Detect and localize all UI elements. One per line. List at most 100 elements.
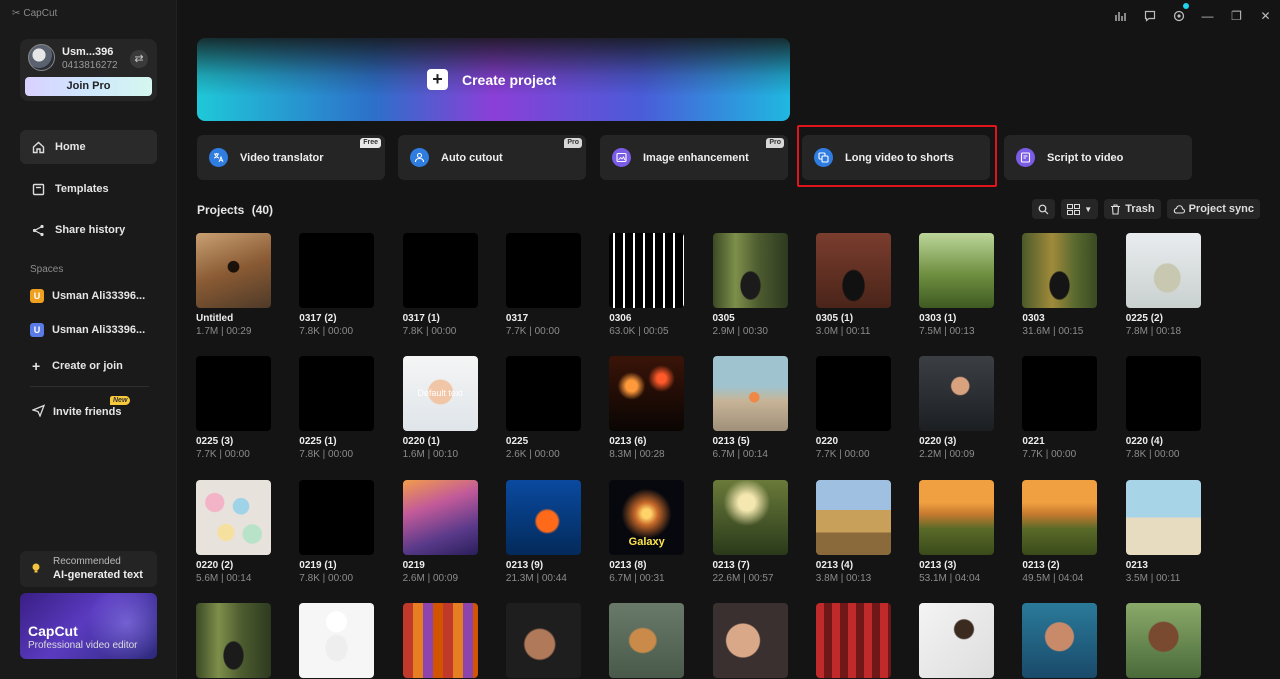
project-thumbnail[interactable] (403, 480, 478, 555)
project-card[interactable]: 030663.0K | 00:05 (609, 233, 685, 337)
project-card[interactable]: 02217.7K | 00:00 (1022, 356, 1098, 460)
nav-share-history[interactable]: Share history (20, 213, 157, 247)
project-thumbnail[interactable] (919, 233, 994, 308)
project-thumbnail[interactable]: Default text (403, 356, 478, 431)
user-card[interactable]: Usm...396 0413816272 ⇄ Join Pro (20, 39, 157, 101)
project-thumbnail[interactable] (713, 480, 788, 555)
project-card[interactable]: 02252.6K | 00:00 (506, 356, 582, 460)
project-thumbnail[interactable] (506, 603, 581, 678)
project-card[interactable]: 0213 (5)6.7M | 00:14 (713, 356, 789, 460)
project-thumbnail[interactable] (506, 356, 581, 431)
project-thumbnail[interactable] (1022, 356, 1097, 431)
stats-icon[interactable] (1106, 1, 1135, 31)
project-card[interactable] (196, 603, 272, 678)
project-thumbnail[interactable] (919, 356, 994, 431)
avatar[interactable] (28, 44, 55, 71)
project-card[interactable]: 0317 (2)7.8K | 00:00 (299, 233, 375, 337)
join-pro-button[interactable]: Join Pro (25, 77, 152, 96)
tool-auto-cutout[interactable]: Auto cutout Pro (398, 135, 586, 180)
project-card[interactable]: Untitled1.7M | 00:29 (196, 233, 272, 337)
project-thumbnail[interactable] (506, 233, 581, 308)
project-sync-button[interactable]: Project sync (1167, 199, 1260, 219)
project-card[interactable] (1022, 603, 1098, 678)
project-thumbnail[interactable] (403, 233, 478, 308)
project-thumbnail[interactable] (299, 356, 374, 431)
project-card[interactable]: 0213 (9)21.3M | 00:44 (506, 480, 582, 584)
project-thumbnail[interactable] (196, 480, 271, 555)
project-thumbnail[interactable] (919, 480, 994, 555)
project-card[interactable] (609, 603, 685, 678)
project-thumbnail[interactable]: Galaxy (609, 480, 684, 555)
project-thumbnail[interactable] (713, 603, 788, 678)
feedback-icon[interactable] (1135, 1, 1164, 31)
minimize-icon[interactable]: — (1193, 1, 1222, 31)
project-thumbnail[interactable] (609, 603, 684, 678)
tool-video-translator[interactable]: Video translator Free (197, 135, 385, 180)
switch-account-icon[interactable]: ⇄ (130, 50, 148, 68)
space-item[interactable]: U Usman Ali33396... (30, 287, 145, 305)
project-thumbnail[interactable] (609, 233, 684, 308)
project-card[interactable]: 0220 (4)7.8K | 00:00 (1126, 356, 1202, 460)
project-thumbnail[interactable] (816, 233, 891, 308)
project-card[interactable]: 030331.6M | 00:15 (1022, 233, 1098, 337)
project-thumbnail[interactable] (299, 480, 374, 555)
project-card[interactable]: 0220 (3)2.2M | 00:09 (919, 356, 995, 460)
trash-button[interactable]: Trash (1104, 199, 1160, 219)
project-card[interactable]: 0303 (1)7.5M | 00:13 (919, 233, 995, 337)
project-thumbnail[interactable] (1126, 356, 1201, 431)
tool-image-enhancement[interactable]: Image enhancement Pro (600, 135, 788, 180)
project-card[interactable]: 0225 (2)7.8M | 00:18 (1126, 233, 1202, 337)
project-thumbnail[interactable] (1022, 480, 1097, 555)
project-card[interactable] (403, 603, 479, 678)
invite-friends-button[interactable]: Invite friends (32, 403, 121, 421)
project-card[interactable]: 0317 (1)7.8K | 00:00 (403, 233, 479, 337)
tool-script-to-video[interactable]: Script to video (1004, 135, 1192, 180)
project-thumbnail[interactable] (816, 603, 891, 678)
project-card[interactable]: 0213 (4)3.8M | 00:13 (816, 480, 892, 584)
project-card[interactable]: 0219 (1)7.8K | 00:00 (299, 480, 375, 584)
space-item[interactable]: U Usman Ali33396... (30, 321, 145, 339)
project-thumbnail[interactable] (713, 233, 788, 308)
project-card[interactable]: 0305 (1)3.0M | 00:11 (816, 233, 892, 337)
project-card[interactable] (299, 603, 375, 678)
project-thumbnail[interactable] (299, 603, 374, 678)
project-thumbnail[interactable] (1126, 233, 1201, 308)
project-card[interactable]: 0213 (3)53.1M | 04:04 (919, 480, 995, 584)
project-card[interactable]: Default text0220 (1)1.6M | 00:10 (403, 356, 479, 460)
project-card[interactable] (1126, 603, 1202, 678)
project-thumbnail[interactable] (1022, 603, 1097, 678)
view-toggle-button[interactable]: ▼ (1061, 199, 1098, 219)
project-thumbnail[interactable] (196, 356, 271, 431)
project-thumbnail[interactable] (196, 233, 271, 308)
project-card[interactable]: 0213 (6)8.3M | 00:28 (609, 356, 685, 460)
project-card[interactable] (816, 603, 892, 678)
recommended-card[interactable]: Recommended AI-generated text (20, 551, 157, 587)
project-card[interactable] (713, 603, 789, 678)
project-card[interactable]: 0225 (3)7.7K | 00:00 (196, 356, 272, 460)
nav-home[interactable]: Home (20, 130, 157, 164)
project-thumbnail[interactable] (403, 603, 478, 678)
project-card[interactable]: Galaxy0213 (8)6.7M | 00:31 (609, 480, 685, 584)
project-thumbnail[interactable] (196, 603, 271, 678)
project-thumbnail[interactable] (299, 233, 374, 308)
project-card[interactable]: 03052.9M | 00:30 (713, 233, 789, 337)
project-card[interactable] (919, 603, 995, 678)
search-button[interactable] (1032, 199, 1055, 219)
settings-icon[interactable] (1164, 1, 1193, 31)
project-card[interactable]: 0225 (1)7.8K | 00:00 (299, 356, 375, 460)
create-or-join-button[interactable]: + Create or join (32, 357, 123, 375)
project-thumbnail[interactable] (713, 356, 788, 431)
capcut-promo-banner[interactable]: CapCut Professional video editor (20, 593, 157, 659)
project-card[interactable]: 02192.6M | 00:09 (403, 480, 479, 584)
project-thumbnail[interactable] (1126, 480, 1201, 555)
project-thumbnail[interactable] (609, 356, 684, 431)
nav-templates[interactable]: Templates (20, 172, 157, 206)
project-card[interactable]: 03177.7K | 00:00 (506, 233, 582, 337)
project-card[interactable]: 0213 (2)49.5M | 04:04 (1022, 480, 1098, 584)
project-card[interactable]: 02133.5M | 00:11 (1126, 480, 1202, 584)
project-card[interactable]: 0213 (7)22.6M | 00:57 (713, 480, 789, 584)
project-thumbnail[interactable] (816, 480, 891, 555)
project-card[interactable]: 02207.7K | 00:00 (816, 356, 892, 460)
restore-icon[interactable]: ❐ (1222, 1, 1251, 31)
project-thumbnail[interactable] (919, 603, 994, 678)
